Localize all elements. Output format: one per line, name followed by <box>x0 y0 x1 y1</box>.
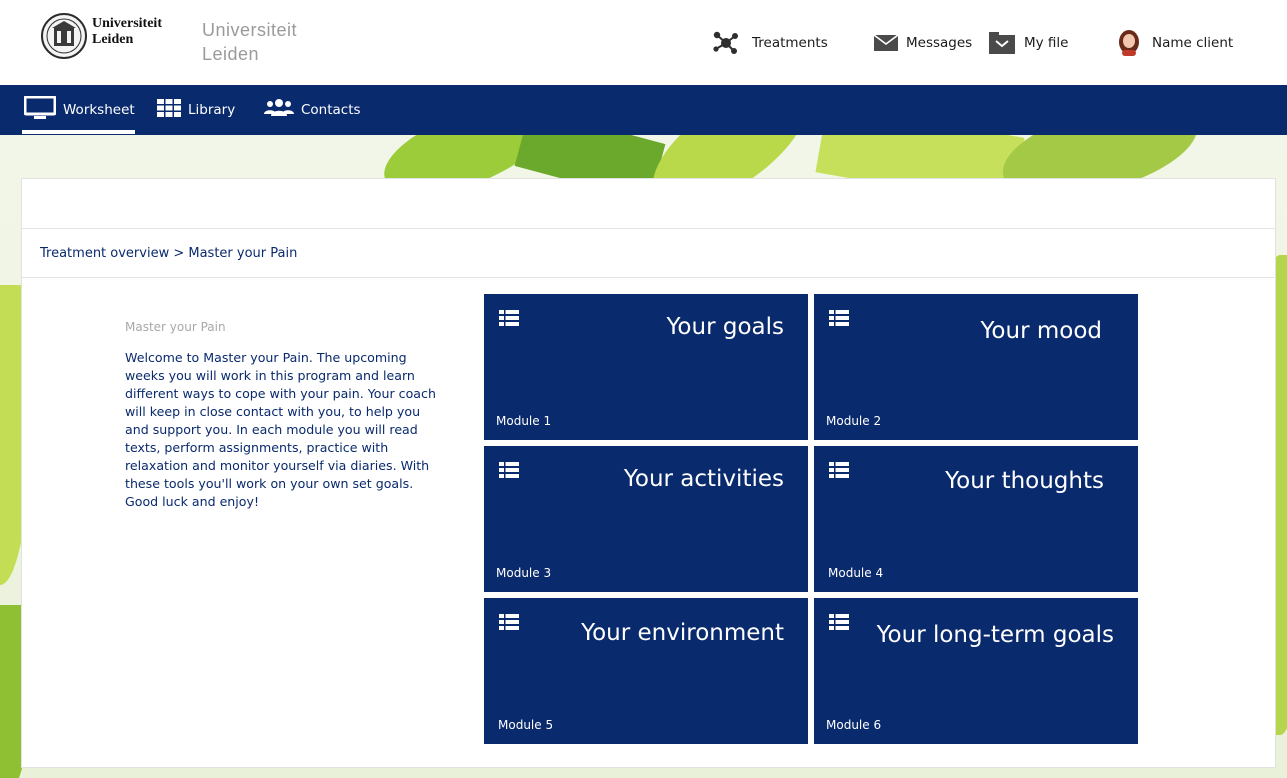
module-label: Module 3 <box>496 566 552 580</box>
module-title: Your activities <box>623 466 784 492</box>
module-label: Module 1 <box>496 414 552 428</box>
module-tile-6[interactable]: Your long-term goals Module 6 <box>814 598 1138 744</box>
program-title: Master your Pain <box>125 320 226 334</box>
wordmark-line1: Universiteit <box>92 16 162 31</box>
grid-icon <box>157 99 181 121</box>
module-tile-5[interactable]: Your environment Module 5 <box>484 598 808 744</box>
breadcrumb[interactable]: Treatment overview > Master your Pain <box>40 246 297 261</box>
module-title: Your thoughts <box>945 468 1104 494</box>
brand-name: Universiteit Leiden <box>202 18 297 66</box>
module-tile-3[interactable]: Your activities Module 3 <box>484 446 808 592</box>
list-icon <box>499 614 519 634</box>
nav-treatments[interactable]: Treatments <box>712 30 828 56</box>
module-title: Your long-term goals <box>876 622 1114 648</box>
tab-library[interactable]: Library <box>157 85 235 135</box>
envelope-icon <box>874 35 898 51</box>
monitor-icon <box>23 95 57 124</box>
nav-messages-label: Messages <box>906 35 973 51</box>
list-icon <box>499 310 519 330</box>
nav-user-label: Name client <box>1152 35 1234 51</box>
module-tile-4[interactable]: Your thoughts Module 4 <box>814 446 1138 592</box>
panel-divider <box>22 228 1275 229</box>
tab-contacts[interactable]: Contacts <box>264 85 361 135</box>
list-icon <box>829 462 849 482</box>
module-tile-1[interactable]: Your goals Module 1 <box>484 294 808 440</box>
tab-library-label: Library <box>188 102 236 118</box>
top-header: Universiteit Leiden Universiteit Leiden … <box>0 0 1287 85</box>
module-tile-2[interactable]: Your mood Module 2 <box>814 294 1138 440</box>
university-wordmark: Universiteit Leiden <box>92 16 162 48</box>
active-tab-indicator <box>22 130 135 134</box>
module-label: Module 2 <box>826 414 882 428</box>
brand-line2: Leiden <box>202 44 260 64</box>
list-icon <box>499 462 519 482</box>
list-icon <box>829 614 849 634</box>
nav-my-file[interactable]: My file <box>988 30 1069 56</box>
program-description: Welcome to Master your Pain. The upcomin… <box>125 350 436 509</box>
molecule-icon <box>712 30 740 56</box>
tab-contacts-label: Contacts <box>301 102 361 118</box>
nav-user-profile[interactable]: Name client <box>1118 30 1233 56</box>
tab-worksheet-label: Worksheet <box>63 102 135 118</box>
module-title: Your environment <box>581 620 784 646</box>
folder-icon <box>988 32 1016 54</box>
panel-divider <box>22 277 1275 278</box>
university-seal-logo[interactable] <box>40 12 88 60</box>
module-label: Module 4 <box>828 566 884 580</box>
brand-line1: Universiteit <box>202 20 298 40</box>
nav-treatments-label: Treatments <box>752 35 828 51</box>
module-title: Your mood <box>980 318 1102 344</box>
list-icon <box>829 310 849 330</box>
tab-worksheet[interactable]: Worksheet <box>23 85 135 135</box>
wordmark-line2: Leiden <box>92 32 134 47</box>
module-label: Module 6 <box>826 718 882 732</box>
module-label: Module 5 <box>498 718 554 732</box>
module-title: Your goals <box>666 314 784 340</box>
nav-messages[interactable]: Messages <box>874 30 972 56</box>
avatar <box>1118 30 1140 56</box>
nav-my-file-label: My file <box>1024 35 1069 51</box>
main-navigation-bar: Worksheet Library Contacts <box>0 85 1287 135</box>
people-icon <box>264 99 294 121</box>
